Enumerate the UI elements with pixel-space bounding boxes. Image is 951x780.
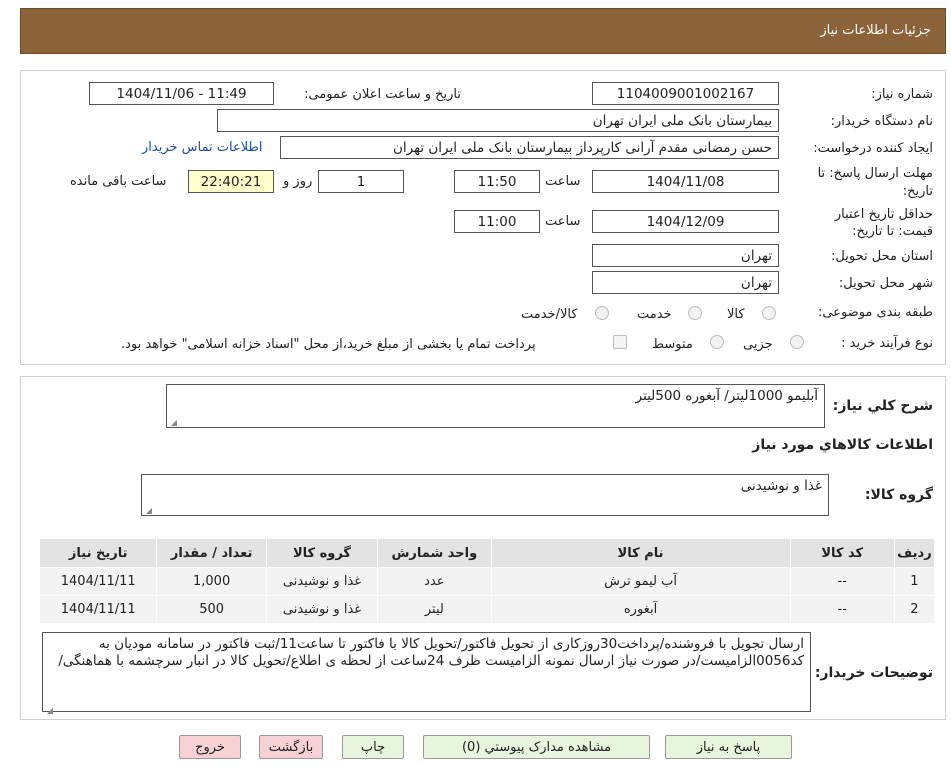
announce-date-field: 1404/11/06 - 11:49: [89, 82, 274, 105]
buyer-org-field: بیمارستان بانک ملی ایران تهران: [217, 109, 779, 132]
page-header: جزئیات اطلاعات نیاز: [20, 8, 946, 54]
remaining-time-label: ساعت باقی مانده: [70, 174, 167, 189]
col-row: رديف: [893, 538, 936, 568]
reply-time-field: 11:50: [454, 170, 540, 193]
category-option-service: خدمت: [637, 307, 672, 322]
col-unit: واحد شمارش: [377, 538, 492, 568]
page-title: جزئیات اطلاعات نیاز: [820, 23, 931, 38]
reply-deadline-label-2: تاریخ:: [902, 184, 933, 199]
exit-button[interactable]: خروج: [179, 735, 241, 759]
reply-button[interactable]: پاسخ به نیاز: [665, 735, 792, 759]
cell-code: --: [789, 567, 895, 596]
reply-time-label: ساعت: [545, 174, 581, 189]
buyer-notes-label: توضیحات خریدار:: [814, 665, 933, 681]
cell-row: 1: [893, 567, 936, 596]
process-radio-minor[interactable]: [790, 335, 804, 349]
resize-grip-icon: ◢: [170, 418, 177, 427]
col-group: گروه کالا: [265, 538, 379, 568]
category-radio-service[interactable]: [688, 306, 702, 320]
goods-group-textarea: غذا و نوشیدنی ◢: [141, 474, 829, 516]
creator-label: ایجاد کننده درخواست:: [813, 141, 933, 156]
cell-name: آبغوره: [490, 595, 791, 624]
category-radio-goods[interactable]: [762, 306, 776, 320]
cell-row: 2: [893, 595, 936, 624]
city-label: شهر محل تحویل:: [838, 276, 933, 291]
treasury-payment-checkbox[interactable]: [613, 335, 627, 349]
category-option-goods: کالا: [727, 307, 745, 322]
reply-date-field: 1404/11/08: [592, 170, 779, 193]
cell-quantity: 500: [156, 595, 267, 624]
province-label: استان محل تحویل:: [831, 249, 933, 264]
process-type-label: نوع فرآیند خرید :: [841, 336, 933, 351]
col-quantity: تعداد / مقدار: [156, 538, 267, 568]
category-radio-goods-service[interactable]: [595, 306, 609, 320]
cell-date: 1404/11/11: [38, 567, 158, 596]
col-name: نام کالا: [490, 538, 791, 568]
reply-deadline-label: مهلت ارسال پاسخ: تا: [817, 166, 933, 181]
validity-label-2: قیمت: تا تاریخ:: [852, 224, 933, 239]
announce-date-label: تاریخ و ساعت اعلان عمومی:: [304, 87, 461, 102]
table-row: 1 -- آب لیمو ترش عدد غذا و نوشیدنی 1,000…: [38, 567, 936, 596]
category-label: طبقه بندی موضوعی:: [817, 305, 933, 320]
need-number-label: شماره نیاز:: [871, 87, 933, 102]
resize-grip-icon: ◢: [46, 706, 53, 715]
cell-date: 1404/11/11: [38, 595, 158, 624]
cell-unit: لیتر: [377, 595, 492, 624]
summary-text: آبلیمو 1000لیتر/ آبغوره 500لیتر: [635, 388, 818, 404]
need-number-field: 1104009001002167: [592, 82, 779, 105]
print-button[interactable]: چاپ: [342, 735, 404, 759]
resize-grip-icon: ◢: [145, 506, 152, 515]
cell-group: غذا و نوشیدنی: [265, 595, 379, 624]
validity-time-field: 11:00: [454, 210, 540, 233]
treasury-payment-note: پرداخت تمام یا بخشی از مبلغ خرید،از محل …: [121, 337, 536, 352]
col-code: کد کالا: [789, 538, 895, 568]
table-header-row: رديف کد کالا نام کالا واحد شمارش گروه کا…: [38, 538, 936, 568]
buyer-notes-text: ارسال تجویل با فروشنده/پرداخت30روزکاری ا…: [58, 636, 804, 669]
buyer-org-label: نام دستگاه خریدار:: [830, 114, 933, 129]
buyer-notes-textarea: ارسال تجویل با فروشنده/پرداخت30روزکاری ا…: [42, 632, 811, 715]
days-field: 1: [318, 170, 404, 193]
goods-group-label: گروه کالا:: [864, 487, 933, 503]
goods-info-title: اطلاعات کالاهاي مورد نياز: [752, 437, 933, 453]
remaining-time-field: 22:40:21: [188, 170, 274, 193]
goods-table: رديف کد کالا نام کالا واحد شمارش گروه کا…: [38, 538, 936, 624]
validity-time-label: ساعت: [545, 214, 581, 229]
view-attachments-button[interactable]: مشاهده مدارک پیوستي (0): [423, 735, 650, 759]
cell-quantity: 1,000: [156, 567, 267, 596]
buyer-contact-link[interactable]: اطلاعات تماس خریدار: [142, 140, 262, 155]
category-option-goods-service: کالا/خدمت: [521, 307, 578, 322]
cell-group: غذا و نوشیدنی: [265, 567, 379, 596]
cell-code: --: [789, 595, 895, 624]
cell-unit: عدد: [377, 567, 492, 596]
back-button[interactable]: بازگشت: [259, 735, 323, 759]
creator-field: حسن رمضانی مقدم آرانی کارپرداز بیمارستان…: [280, 136, 779, 159]
validity-date-field: 1404/12/09: [592, 210, 779, 233]
summary-label: شرح کلي نياز:: [832, 398, 933, 414]
process-radio-medium[interactable]: [710, 335, 724, 349]
table-row: 2 -- آبغوره لیتر غذا و نوشیدنی 500 1404/…: [38, 595, 936, 624]
col-date: تاریخ نیاز: [38, 538, 158, 568]
city-field: تهران: [592, 271, 779, 294]
cell-name: آب لیمو ترش: [490, 567, 791, 596]
validity-label: حداقل تاریخ اعتبار: [834, 207, 933, 222]
process-option-medium: متوسط: [652, 337, 693, 352]
days-label: روز و: [283, 174, 313, 189]
goods-group-text: غذا و نوشیدنی: [740, 478, 822, 494]
summary-textarea: آبلیمو 1000لیتر/ آبغوره 500لیتر ◢: [166, 384, 825, 428]
process-option-minor: جزیی: [743, 337, 773, 352]
province-field: تهران: [592, 244, 779, 267]
